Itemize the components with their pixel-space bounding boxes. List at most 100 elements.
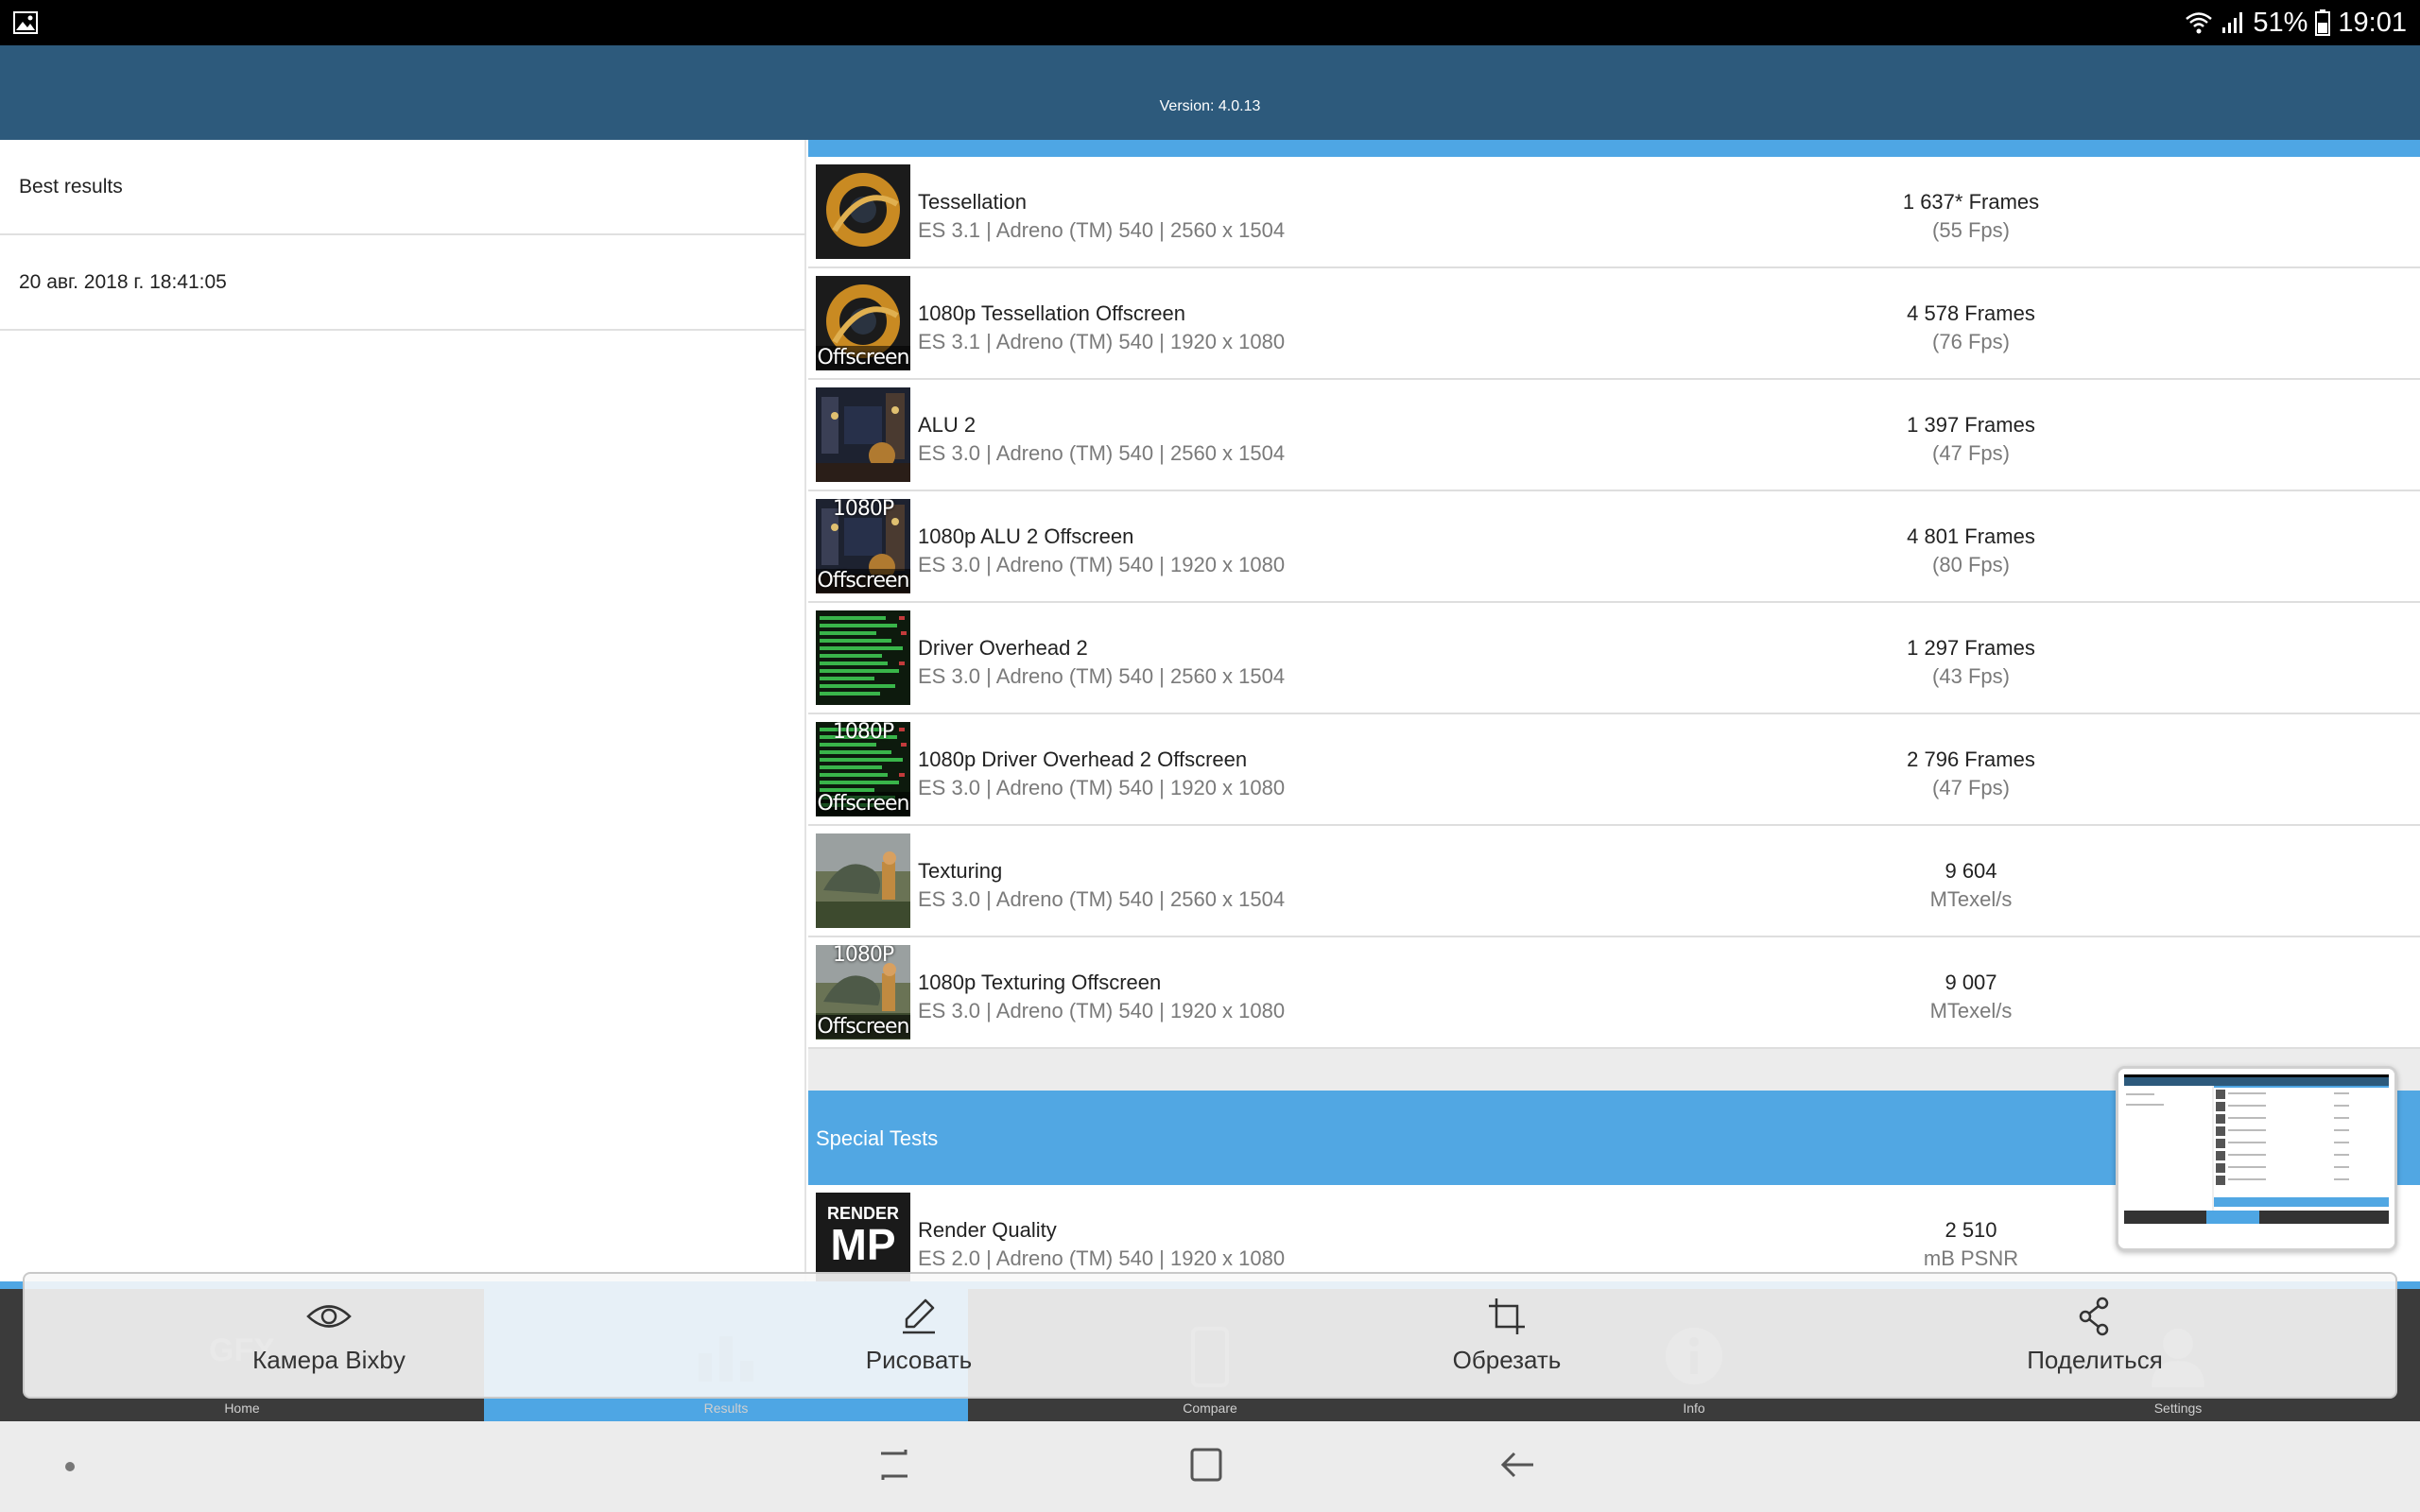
special-tests-title: Special Tests xyxy=(816,1126,939,1150)
test-score: 1 297 Frames xyxy=(1907,636,2035,660)
test-info: ES 2.0 | Adreno (TM) 540 | 1920 x 1080 xyxy=(918,1246,1286,1270)
share-icon xyxy=(2079,1297,2109,1336)
test-score: 2 796 Frames xyxy=(1907,747,2035,771)
test-score: 1 397 Frames xyxy=(1907,413,2035,437)
test-score-unit: MTexel/s xyxy=(1929,999,2013,1022)
session-date: 20 авг. 2018 г. 18:41:05 xyxy=(19,271,227,293)
test-row[interactable]: ALU 2 ES 3.0 | Adreno (TM) 540 | 2560 x 1… xyxy=(808,380,2420,491)
draw-button[interactable]: Рисовать xyxy=(730,1274,1108,1400)
test-name: ALU 2 xyxy=(918,413,977,437)
test-name: 1080p Tessellation Offscreen xyxy=(918,301,1185,325)
test-thumbnail xyxy=(816,610,910,705)
back-icon[interactable] xyxy=(1499,1444,1537,1486)
results-sidebar: Best results 20 авг. 2018 г. 18:41:05 xyxy=(0,140,806,1288)
system-nav-bar xyxy=(0,1421,2420,1512)
test-info: ES 3.1 | Adreno (TM) 540 | 1920 x 1080 xyxy=(918,330,1286,353)
thumb-bottom-label: Offscreen xyxy=(816,792,910,816)
test-score-unit: (47 Fps) xyxy=(1932,441,2010,465)
share-label: Поделиться xyxy=(2027,1346,2163,1374)
battery-icon xyxy=(2315,9,2331,36)
dot-icon[interactable] xyxy=(64,1461,76,1472)
test-score-unit: (47 Fps) xyxy=(1932,776,2010,799)
test-name: Texturing xyxy=(918,859,1003,883)
test-score-unit: mB PSNR xyxy=(1923,1246,2019,1270)
session-item[interactable]: 20 авг. 2018 г. 18:41:05 xyxy=(0,235,806,331)
battery-percent: 51% xyxy=(2253,7,2308,38)
tab-results-label: Results xyxy=(703,1400,749,1416)
test-name: Tessellation xyxy=(918,190,1027,214)
test-row[interactable]: 1080P Offscreen 1080p Driver Overhead 2 Of… xyxy=(808,714,2420,826)
test-score-unit: MTexel/s xyxy=(1929,887,2013,911)
share-button[interactable]: Поделиться xyxy=(1906,1274,2284,1400)
test-score-unit: (76 Fps) xyxy=(1932,330,2010,353)
test-info: ES 3.0 | Adreno (TM) 540 | 1920 x 1080 xyxy=(918,553,1286,576)
test-name: 1080p Driver Overhead 2 Offscreen xyxy=(918,747,1248,771)
test-score-unit: (80 Fps) xyxy=(1932,553,2010,576)
test-info: ES 3.0 | Adreno (TM) 540 | 1920 x 1080 xyxy=(918,776,1286,799)
tab-compare-label: Compare xyxy=(1183,1400,1237,1416)
version-label: Version: 4.0.13 xyxy=(1159,98,1261,114)
crop-button[interactable]: Обрезать xyxy=(1318,1274,1696,1400)
tab-settings-label: Settings xyxy=(2153,1400,2203,1416)
preview-image xyxy=(2118,1069,2394,1248)
wifi-icon xyxy=(2186,12,2213,34)
eye-icon xyxy=(306,1305,352,1328)
test-row[interactable]: Tessellation ES 3.1 | Adreno (TM) 540 | 2… xyxy=(808,157,2420,268)
best-results-item[interactable]: Best results xyxy=(0,140,806,235)
bixby-camera-label: Камера Bixby xyxy=(252,1346,406,1374)
list-top-bar xyxy=(808,140,2420,157)
thumb-top-label: 1080P xyxy=(832,499,894,521)
test-score: 4 578 Frames xyxy=(1907,301,2035,325)
test-row[interactable]: 1080P Offscreen 1080p ALU 2 Offscreen ES 3.… xyxy=(808,491,2420,603)
test-name: Render Quality xyxy=(918,1218,1057,1242)
test-score-unit: (55 Fps) xyxy=(1932,218,2010,242)
test-row[interactable]: 1080P Offscreen 1080p Texturing Offscreen E… xyxy=(808,937,2420,1049)
thumb-bottom-label: Offscreen xyxy=(816,346,910,369)
crop-label: Обрезать xyxy=(1452,1346,1562,1374)
test-info: ES 3.0 | Adreno (TM) 540 | 2560 x 1504 xyxy=(918,441,1286,465)
screenshot-toolbar: Камера Bixby Рисовать Обрезать Поделитьс… xyxy=(23,1272,2397,1399)
test-row[interactable]: Texturing ES 3.0 | Adreno (TM) 540 | 2560… xyxy=(808,826,2420,937)
test-name: 1080p Texturing Offscreen xyxy=(918,971,1162,994)
test-thumbnail: 1080P Offscreen xyxy=(816,722,910,816)
test-info: ES 3.0 | Adreno (TM) 540 | 2560 x 1504 xyxy=(918,664,1286,688)
thumb-bottom-label: Offscreen xyxy=(816,1015,910,1039)
test-info: ES 3.0 | Adreno (TM) 540 | 2560 x 1504 xyxy=(918,887,1286,911)
recents-icon[interactable] xyxy=(875,1444,913,1486)
test-row[interactable]: Driver Overhead 2 ES 3.0 | Adreno (TM) 54… xyxy=(808,603,2420,714)
test-score: 4 801 Frames xyxy=(1907,524,2035,548)
home-square-icon[interactable] xyxy=(1189,1444,1223,1486)
test-info: ES 3.0 | Adreno (TM) 540 | 1920 x 1080 xyxy=(918,999,1286,1022)
best-results-label: Best results xyxy=(19,176,123,198)
test-row[interactable]: Offscreen 1080p Tessellation Offscreen ES … xyxy=(808,268,2420,380)
test-thumbnail: 1080P Offscreen xyxy=(816,499,910,593)
tab-info-label: Info xyxy=(1683,1400,1705,1416)
crop-icon xyxy=(1489,1298,1525,1334)
pencil-icon xyxy=(903,1298,935,1334)
gallery-icon xyxy=(13,11,38,34)
tab-home-label: Home xyxy=(224,1400,260,1416)
app-header: Version: 4.0.13 xyxy=(0,45,2420,140)
test-thumbnail xyxy=(816,387,910,482)
test-thumbnail xyxy=(816,833,910,928)
draw-label: Рисовать xyxy=(865,1346,973,1374)
test-score: 9 604 xyxy=(1945,859,1997,883)
thumb-bottom-label: Offscreen xyxy=(816,569,910,593)
clock: 19:01 xyxy=(2338,7,2407,38)
test-thumbnail xyxy=(816,164,910,259)
signal-icon xyxy=(2222,12,2243,33)
test-info: ES 3.1 | Adreno (TM) 540 | 2560 x 1504 xyxy=(918,218,1286,242)
thumb-main-label: MP xyxy=(830,1220,896,1269)
test-name: 1080p ALU 2 Offscreen xyxy=(918,524,1134,548)
test-score: 2 510 xyxy=(1945,1218,1997,1242)
thumb-top-label: 1080P xyxy=(832,722,894,744)
test-score: 9 007 xyxy=(1945,971,1997,994)
test-score: 1 637* Frames xyxy=(1902,190,2040,214)
bixby-camera-button[interactable]: Камера Bixby xyxy=(140,1274,518,1400)
test-score-unit: (43 Fps) xyxy=(1932,664,2010,688)
thumb-top-label: 1080P xyxy=(832,945,894,967)
screenshot-preview[interactable] xyxy=(2116,1066,2397,1251)
test-thumbnail: 1080P Offscreen xyxy=(816,945,910,1040)
test-name: Driver Overhead 2 xyxy=(918,636,1088,660)
status-bar: 51% 19:01 xyxy=(0,0,2420,45)
